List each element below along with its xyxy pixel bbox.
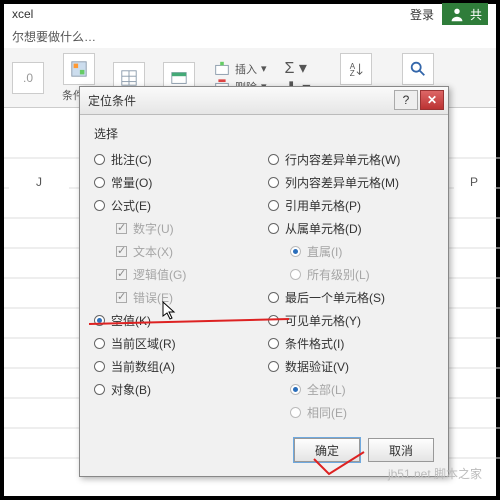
chk-logicals-label: 逻辑值(G) (133, 266, 186, 283)
opt-cond-fmt-label: 条件格式(I) (285, 335, 344, 352)
cancel-button[interactable]: 取消 (368, 438, 434, 462)
ok-label: 确定 (315, 442, 339, 459)
opt-direct-label: 直属(I) (307, 243, 342, 260)
opt-comments-label: 批注(C) (111, 151, 152, 168)
opt-blanks-label: 空值(K) (111, 312, 151, 329)
opt-row-diff-label: 行内容差异单元格(W) (285, 151, 400, 168)
opt-objects[interactable]: 对象(B) (94, 378, 260, 401)
app-title: xcel (12, 7, 33, 21)
svg-text:Z: Z (350, 69, 355, 78)
goto-special-dialog: 定位条件 ? ✕ 选择 批注(C) 常量(O) 公式(E) 数字(U) 文本(X… (79, 86, 449, 477)
insert-icon (213, 60, 231, 78)
opt-all-label: 全部(L) (307, 381, 346, 398)
left-column: 批注(C) 常量(O) 公式(E) 数字(U) 文本(X) 逻辑值(G) 错误(… (94, 148, 260, 424)
chk-numbers-label: 数字(U) (133, 220, 174, 237)
opt-all-levels: 所有级别(L) (268, 263, 434, 286)
cond-format-icon (63, 53, 95, 85)
cancel-label: 取消 (389, 442, 413, 459)
opt-last-cell[interactable]: 最后一个单元格(S) (268, 286, 434, 309)
insert-cells-button[interactable]: 插入 ▾ (213, 60, 267, 78)
help-button[interactable]: ? (394, 90, 418, 110)
opt-cond-fmt[interactable]: 条件格式(I) (268, 332, 434, 355)
opt-objects-label: 对象(B) (111, 381, 151, 398)
close-icon: ✕ (427, 93, 437, 107)
chk-errors: 错误(E) (94, 286, 260, 309)
chk-text-label: 文本(X) (133, 243, 173, 260)
chk-errors-label: 错误(E) (133, 289, 173, 306)
opt-col-diff[interactable]: 列内容差异单元格(M) (268, 171, 434, 194)
dialog-titlebar[interactable]: 定位条件 ? ✕ (80, 87, 448, 115)
chk-numbers: 数字(U) (94, 217, 260, 240)
opt-current-region[interactable]: 当前区域(R) (94, 332, 260, 355)
insert-label: 插入 (235, 61, 257, 77)
chk-text: 文本(X) (94, 240, 260, 263)
opt-constants[interactable]: 常量(O) (94, 171, 260, 194)
opt-visible[interactable]: 可见单元格(Y) (268, 309, 434, 332)
tell-me-text: 尔想要做什么… (12, 28, 96, 45)
opt-current-array[interactable]: 当前数组(A) (94, 355, 260, 378)
opt-current-region-label: 当前区域(R) (111, 335, 176, 352)
right-column: 行内容差异单元格(W) 列内容差异单元格(M) 引用单元格(P) 从属单元格(D… (268, 148, 434, 424)
share-button[interactable]: 共 (442, 3, 488, 25)
opt-direct: 直属(I) (268, 240, 434, 263)
login-link[interactable]: 登录 (410, 6, 434, 23)
help-icon: ? (403, 93, 410, 107)
opt-all-levels-label: 所有级别(L) (307, 266, 370, 283)
col-header-p[interactable]: P (454, 172, 494, 192)
number-format-icon: .0 (12, 62, 44, 94)
opt-all: 全部(L) (268, 378, 434, 401)
close-button[interactable]: ✕ (420, 90, 444, 110)
opt-formulas[interactable]: 公式(E) (94, 194, 260, 217)
number-format-group[interactable]: .0 (12, 62, 44, 94)
search-icon (402, 53, 434, 85)
opt-same-label: 相同(E) (307, 404, 347, 421)
opt-precedents[interactable]: 引用单元格(P) (268, 194, 434, 217)
window-titlebar: xcel 登录 共 (4, 4, 496, 24)
opt-data-valid[interactable]: 数据验证(V) (268, 355, 434, 378)
opt-dependents-label: 从属单元格(D) (285, 220, 362, 237)
opt-same: 相同(E) (268, 401, 434, 424)
opt-formulas-label: 公式(E) (111, 197, 151, 214)
watermark: jb51.net 脚本之家 (388, 465, 482, 482)
opt-precedents-label: 引用单元格(P) (285, 197, 361, 214)
dialog-title: 定位条件 (88, 92, 136, 109)
opt-last-cell-label: 最后一个单元格(S) (285, 289, 385, 306)
share-label: 共 (470, 6, 482, 23)
ok-button[interactable]: 确定 (294, 438, 360, 462)
opt-row-diff[interactable]: 行内容差异单元格(W) (268, 148, 434, 171)
opt-constants-label: 常量(O) (111, 174, 152, 191)
opt-blanks[interactable]: 空值(K) (94, 309, 260, 332)
opt-data-valid-label: 数据验证(V) (285, 358, 349, 375)
user-icon (448, 5, 466, 23)
tell-me-tab[interactable]: 尔想要做什么… (4, 24, 496, 48)
opt-col-diff-label: 列内容差异单元格(M) (285, 174, 399, 191)
opt-visible-label: 可见单元格(Y) (285, 312, 361, 329)
sort-icon: AZ (340, 53, 372, 85)
opt-dependents[interactable]: 从属单元格(D) (268, 217, 434, 240)
opt-comments[interactable]: 批注(C) (94, 148, 260, 171)
opt-current-array-label: 当前数组(A) (111, 358, 175, 375)
chk-logicals: 逻辑值(G) (94, 263, 260, 286)
col-header-j[interactable]: J (9, 172, 69, 192)
section-label: 选择 (94, 125, 434, 142)
